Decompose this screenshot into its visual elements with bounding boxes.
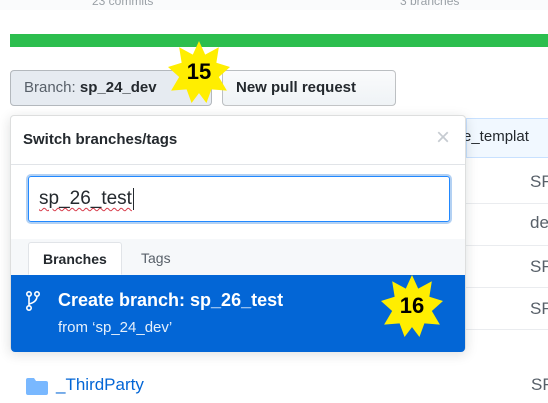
file-row[interactable]: de [464, 203, 548, 246]
language-bar [10, 34, 548, 47]
file-row-message: de [530, 213, 548, 232]
branches-count[interactable]: 3 branches [400, 0, 459, 8]
folder-icon [26, 378, 48, 395]
file-row-message: SF [530, 299, 548, 318]
tab-branches[interactable]: Branches [28, 242, 122, 275]
file-row-message: SF [530, 172, 548, 191]
dropdown-title: Switch branches/tags [23, 131, 178, 148]
git-branch-icon [26, 291, 40, 311]
branch-prefix: Branch: [24, 79, 76, 96]
language-bar-fill [10, 34, 548, 47]
create-branch-source: from ‘sp_24_dev’ [58, 319, 173, 336]
branch-filter-value: sp_26_test [39, 188, 132, 209]
file-list: SF de SF SF [464, 120, 548, 400]
thirdparty-link[interactable]: _ThirdParty [56, 375, 144, 395]
commits-count[interactable]: 23 commits [92, 0, 153, 8]
dropdown-tabs: Branches Tags [11, 239, 465, 276]
file-row[interactable]: SF [464, 245, 548, 288]
thirdparty-message: SF [531, 375, 548, 394]
dropdown-header: Switch branches/tags × [11, 116, 465, 165]
tab-tags[interactable]: Tags [127, 242, 185, 275]
file-row-thirdparty[interactable]: _ThirdParty SF [0, 371, 548, 403]
file-row[interactable]: SF [464, 287, 548, 330]
branch-filter-input[interactable]: sp_26_test [28, 176, 450, 222]
create-branch-title: Create branch: sp_26_test [58, 290, 284, 310]
close-icon[interactable]: × [436, 126, 450, 150]
current-branch-name: sp_24_dev [79, 79, 157, 96]
repo-summary-strip: 23 commits 3 branches [0, 0, 548, 10]
new-pull-request-button[interactable]: New pull request [222, 70, 396, 106]
file-row-message: SF [530, 257, 548, 276]
text-caret [132, 187, 134, 210]
file-row[interactable]: SF [464, 160, 548, 204]
